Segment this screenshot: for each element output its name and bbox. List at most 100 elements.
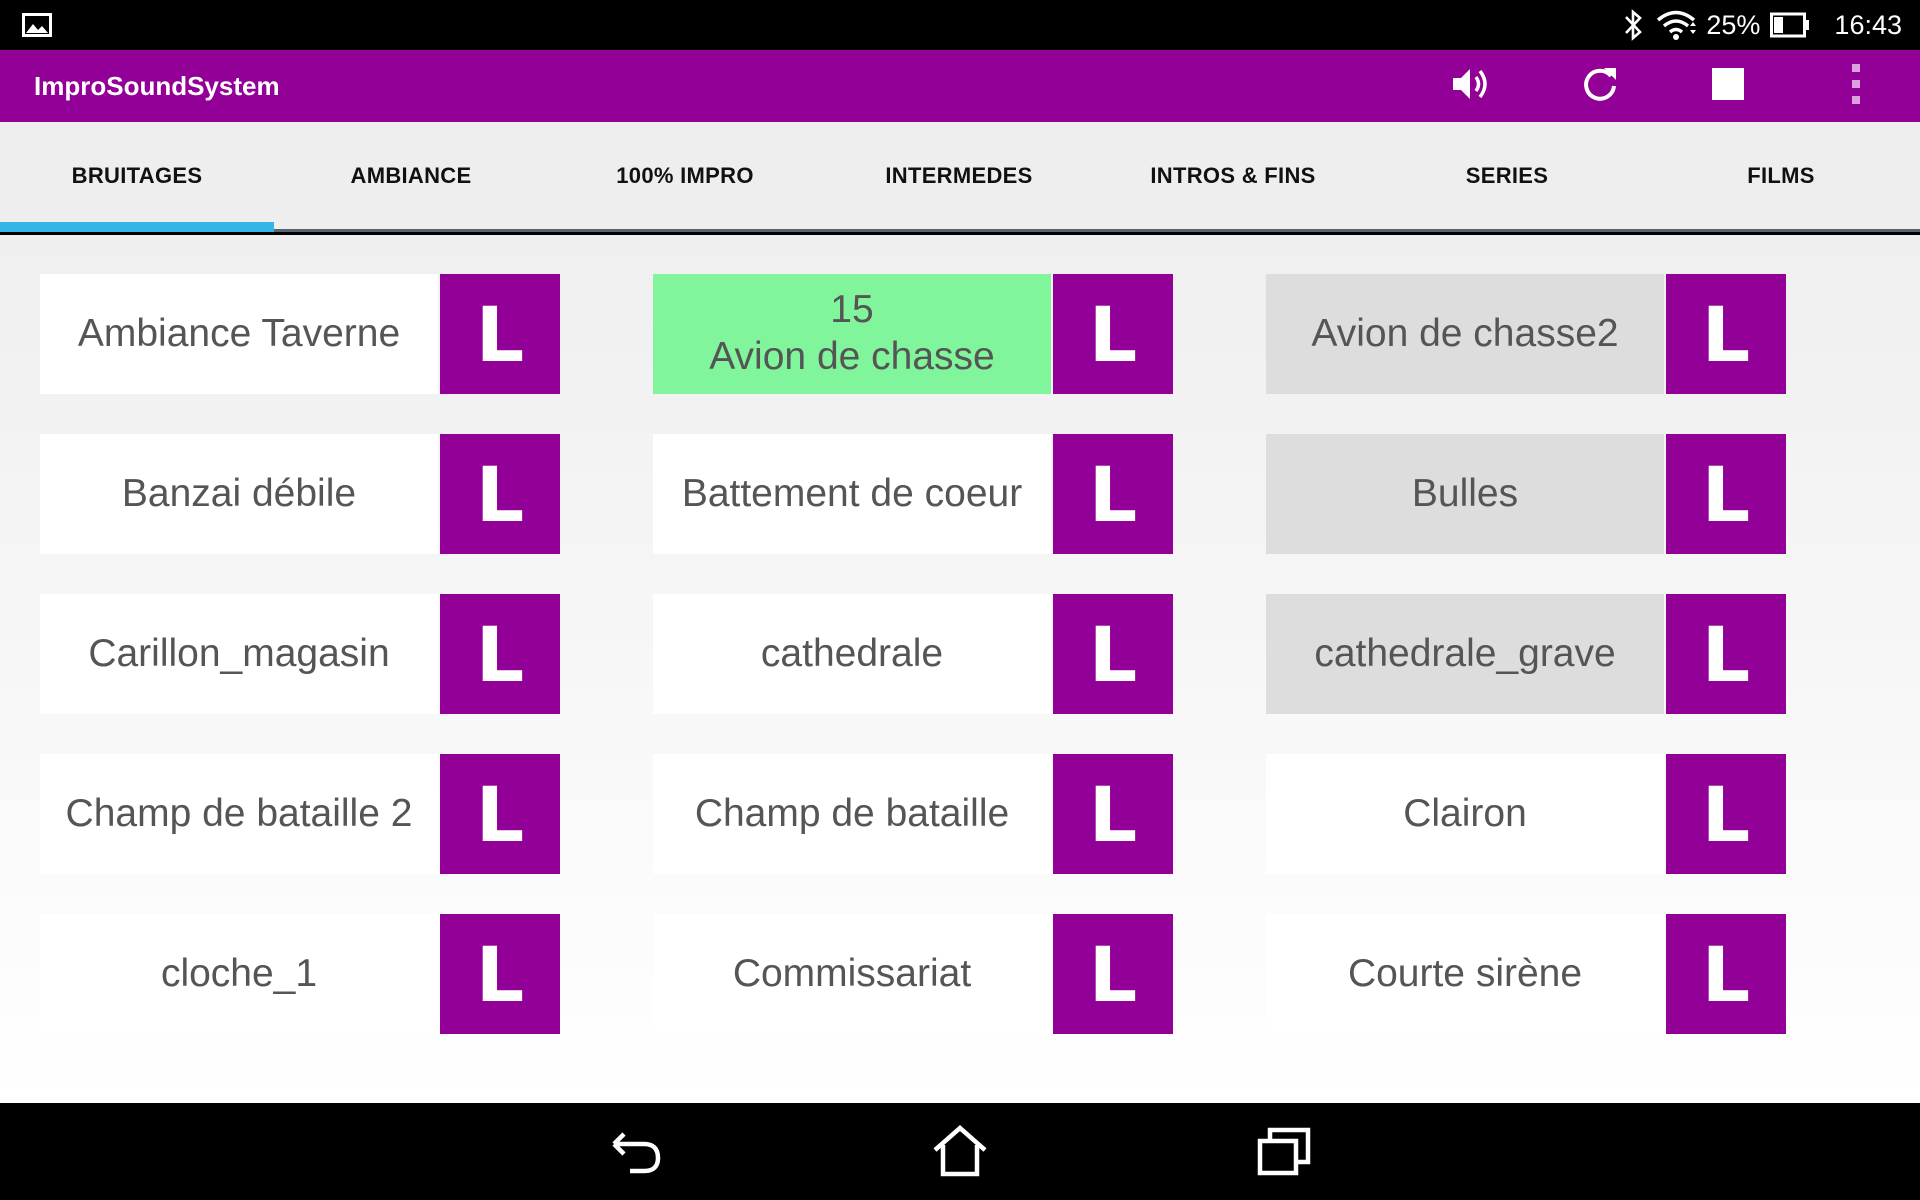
play-counter: 15 <box>830 288 874 332</box>
loop-button[interactable]: L <box>1666 594 1786 714</box>
tab-100-impro[interactable]: 100% IMPRO <box>548 122 822 229</box>
sound-button-ambiance-taverne[interactable]: Ambiance Taverne <box>40 274 438 394</box>
sound-name: cloche_1 <box>160 951 318 995</box>
sound-button-avion-de-chasse2[interactable]: Avion de chasse2 <box>1266 274 1664 394</box>
sound-name: Champ de bataille 2 <box>65 791 413 835</box>
sound-name: Champ de bataille <box>694 791 1010 835</box>
sound-name: Battement de coeur <box>681 471 1023 515</box>
sound-name: Banzai débile <box>121 471 357 515</box>
tab-label: INTROS & FINS <box>1150 162 1316 188</box>
app-bar: ImproSoundSystem <box>0 50 1920 122</box>
wifi-icon <box>1656 9 1697 41</box>
status-icons: 25% 16:43 <box>1620 0 1902 50</box>
sound-item: Clairon L <box>1266 754 1786 874</box>
sound-button-cloche-1[interactable]: cloche_1 <box>40 914 438 1034</box>
sound-item: Avion de chasse2 L <box>1266 274 1786 394</box>
sound-item: Carillon_magasin L <box>40 594 560 714</box>
overflow-menu-icon <box>1850 63 1862 110</box>
tab-intros-fins[interactable]: INTROS & FINS <box>1096 122 1370 229</box>
app-title: ImproSoundSystem <box>34 71 280 101</box>
sound-name: Avion de chasse <box>709 335 995 378</box>
loop-button[interactable]: L <box>1053 434 1173 554</box>
sound-name: cathedrale_grave <box>1314 631 1616 675</box>
sound-name: Courte sirène <box>1347 951 1583 995</box>
sound-item: cloche_1 L <box>40 914 560 1034</box>
sound-item: cathedrale_grave L <box>1266 594 1786 714</box>
loop-button[interactable]: L <box>440 594 560 714</box>
recent-apps-icon <box>1257 1126 1311 1181</box>
sound-button-banzai-debile[interactable]: Banzai débile <box>40 434 438 554</box>
sound-row: cloche_1 L Commissariat L Courte sirène … <box>0 914 1920 1034</box>
sound-button-courte-sirene[interactable]: Courte sirène <box>1266 914 1664 1034</box>
battery-percent: 25% <box>1706 9 1761 40</box>
sound-name: cathedrale <box>760 631 944 675</box>
tab-selected-indicator <box>0 222 274 232</box>
tab-intermedes[interactable]: INTERMEDES <box>822 122 1096 229</box>
sound-row: Ambiance Taverne L 15 Avion de chasse L … <box>0 274 1920 394</box>
bluetooth-icon <box>1620 8 1646 42</box>
tab-label: BRUITAGES <box>71 162 203 188</box>
tab-bar: BRUITAGES AMBIANCE 100% IMPRO INTERMEDES… <box>0 122 1920 232</box>
tab-label: AMBIANCE <box>350 162 472 188</box>
sound-name: Commissariat <box>732 951 972 995</box>
loop-button[interactable]: L <box>440 914 560 1034</box>
sound-button-cathedrale[interactable]: cathedrale <box>653 594 1051 714</box>
sound-item: Bulles L <box>1266 434 1786 554</box>
sound-button-carillon-magasin[interactable]: Carillon_magasin <box>40 594 438 714</box>
sound-button-champ-de-bataille[interactable]: Champ de bataille <box>653 754 1051 874</box>
image-notification-icon <box>22 13 52 37</box>
sound-item: Courte sirène L <box>1266 914 1786 1034</box>
stop-button[interactable] <box>1702 60 1754 112</box>
sound-button-clairon[interactable]: Clairon <box>1266 754 1664 874</box>
sound-name: Clairon <box>1403 791 1527 835</box>
tab-series[interactable]: SERIES <box>1370 122 1644 229</box>
sound-item: Ambiance Taverne L <box>40 274 560 394</box>
sound-item: Commissariat L <box>653 914 1173 1034</box>
refresh-icon <box>1580 64 1620 109</box>
loop-button[interactable]: L <box>440 434 560 554</box>
loop-button[interactable]: L <box>1053 594 1173 714</box>
sound-name: Carillon_magasin <box>88 631 390 675</box>
sound-button-avion-de-chasse[interactable]: 15 Avion de chasse <box>653 274 1051 394</box>
recent-apps-button[interactable] <box>1254 1125 1314 1181</box>
loop-button[interactable]: L <box>1666 274 1786 394</box>
sound-name: Avion de chasse2 <box>1311 311 1619 355</box>
sound-grid: Ambiance Taverne L 15 Avion de chasse L … <box>0 235 1920 1103</box>
sound-name: Ambiance Taverne <box>77 311 401 355</box>
sound-row: Carillon_magasin L cathedrale L cathedra… <box>0 594 1920 714</box>
tab-films[interactable]: FILMS <box>1644 122 1918 229</box>
loop-button[interactable]: L <box>1666 434 1786 554</box>
loop-button[interactable]: L <box>1053 754 1173 874</box>
loop-button[interactable]: L <box>1053 274 1173 394</box>
loop-button[interactable]: L <box>1666 914 1786 1034</box>
back-icon <box>610 1128 662 1179</box>
sound-button-bulles[interactable]: Bulles <box>1266 434 1664 554</box>
tab-ambiance[interactable]: AMBIANCE <box>274 122 548 229</box>
loop-button[interactable]: L <box>1666 754 1786 874</box>
sound-button-battement-de-coeur[interactable]: Battement de coeur <box>653 434 1051 554</box>
loop-button[interactable]: L <box>440 274 560 394</box>
sound-name: Bulles <box>1411 471 1519 515</box>
status-bar: 25% 16:43 <box>0 0 1920 50</box>
loop-button[interactable]: L <box>1053 914 1173 1034</box>
sound-row: Banzai débile L Battement de coeur L Bul… <box>0 434 1920 554</box>
sound-row: Champ de bataille 2 L Champ de bataille … <box>0 754 1920 874</box>
refresh-button[interactable] <box>1574 60 1626 112</box>
tab-bruitages[interactable]: BRUITAGES <box>0 122 274 229</box>
volume-button[interactable] <box>1446 60 1498 112</box>
loop-button[interactable]: L <box>440 754 560 874</box>
overflow-menu-button[interactable] <box>1830 60 1882 112</box>
sound-item: Champ de bataille L <box>653 754 1173 874</box>
sound-button-commissariat[interactable]: Commissariat <box>653 914 1051 1034</box>
home-button[interactable] <box>930 1124 990 1181</box>
tab-label: SERIES <box>1465 162 1549 188</box>
sound-button-champ-de-bataille-2[interactable]: Champ de bataille 2 <box>40 754 438 874</box>
tab-label: 100% IMPRO <box>616 162 754 188</box>
sound-item: Battement de coeur L <box>653 434 1173 554</box>
sound-item: Banzai débile L <box>40 434 560 554</box>
sound-item: Champ de bataille 2 L <box>40 754 560 874</box>
stop-icon <box>1711 67 1745 106</box>
back-button[interactable] <box>606 1125 666 1181</box>
sound-button-cathedrale-grave[interactable]: cathedrale_grave <box>1266 594 1664 714</box>
tab-label: FILMS <box>1747 162 1815 188</box>
